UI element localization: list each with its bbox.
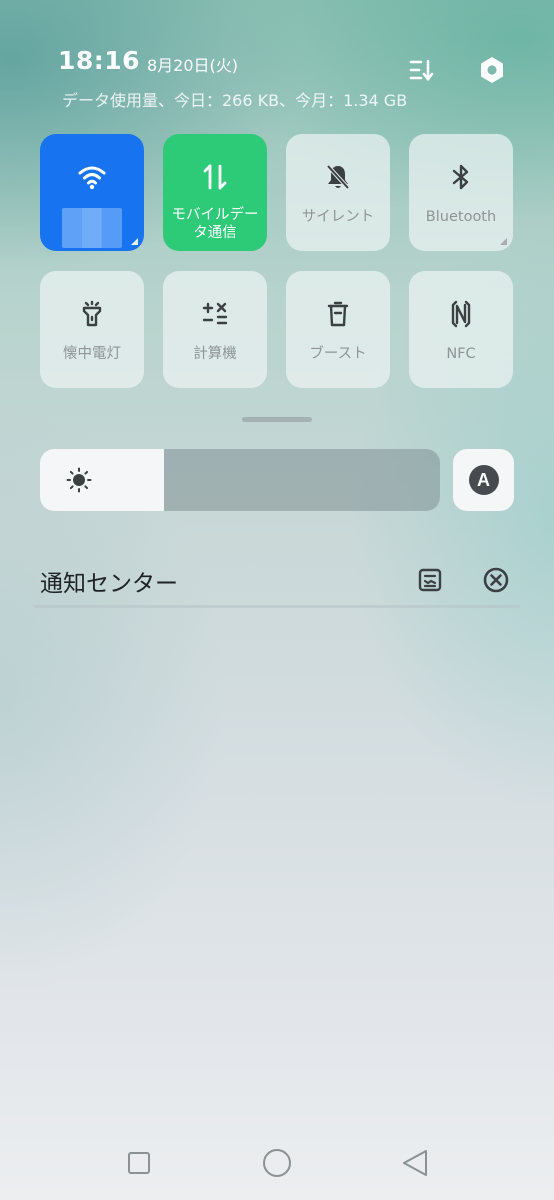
date-label[interactable]: 8月20日(火) [147,52,238,76]
settings-icon[interactable] [475,53,509,87]
sun-icon [66,467,92,493]
calculator-tile[interactable]: 計算機 [163,271,267,388]
back-icon[interactable] [400,1148,430,1178]
bluetooth-label: Bluetooth [425,209,497,225]
wifi-network-name-redacted [62,208,122,248]
nfc-label: NFC [446,346,476,362]
boost-tile[interactable]: ブースト [286,271,390,388]
notification-center-title: 通知センター [40,571,178,597]
flashlight-icon [40,299,144,329]
home-icon[interactable] [262,1148,292,1178]
notification-manage-icon[interactable] [415,565,445,595]
calculator-icon [163,299,267,329]
nfc-tile[interactable]: NFC [409,271,513,388]
boost-label: ブースト [309,346,367,362]
brightness-slider[interactable] [40,449,440,511]
edit-tiles-icon[interactable] [404,53,438,87]
notification-divider [34,605,520,608]
bluetooth-expand-corner [500,238,507,245]
bluetooth-tile[interactable]: Bluetooth [409,134,513,251]
bluetooth-icon [409,162,513,192]
clear-all-icon[interactable] [481,565,511,595]
mobile-data-label: モバイルデータ通信 [171,207,259,241]
silent-tile[interactable]: サイレント [286,134,390,251]
recent-apps-icon[interactable] [124,1148,154,1178]
brightness-level-fill [40,449,164,511]
wifi-icon [40,162,144,192]
data-usage-text[interactable]: データ使用量、今日：266 KB、今月：1.34 GB [62,87,407,111]
calculator-label: 計算機 [193,346,237,362]
panel-drag-handle[interactable] [242,417,312,422]
wifi-expand-corner [131,238,138,245]
bell-off-icon [286,162,390,192]
flashlight-label: 懐中電灯 [63,346,121,362]
flashlight-tile[interactable]: 懐中電灯 [40,271,144,388]
clock-time: 18:16 [58,46,141,75]
mobile-data-icon [163,162,267,192]
mobile-data-tile[interactable]: モバイルデータ通信 [163,134,267,251]
auto-brightness-icon: A [468,465,499,495]
wifi-tile[interactable] [40,134,144,251]
nfc-icon [409,299,513,329]
silent-label: サイレント [301,209,375,225]
auto-brightness-button[interactable]: A [453,449,514,511]
trash-boost-icon [286,299,390,329]
